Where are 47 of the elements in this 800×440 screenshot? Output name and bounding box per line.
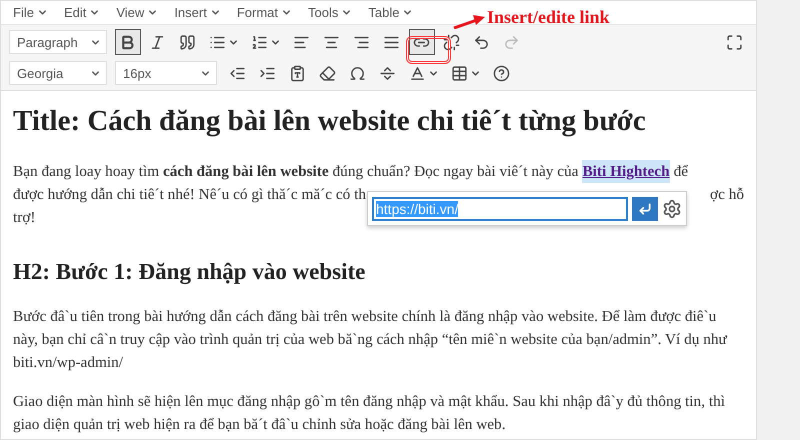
- paragraph-line: trợ!: [13, 208, 36, 228]
- paragraph-line: Bước đâ`u tiên trong bài hướng dẫn cách đăng bài trên website chính là đăng nhập vào website. Để làm được điê`u: [13, 307, 716, 327]
- annotation-label: Insert/edite link: [487, 7, 610, 28]
- settings-button[interactable]: [662, 198, 682, 218]
- highlight-ring: [406, 36, 451, 64]
- enter-icon: [638, 200, 652, 216]
- unlink-icon: [443, 34, 460, 50]
- clear-format-icon: [319, 64, 336, 82]
- paragraph-line: ợc hỗ: [710, 185, 744, 205]
- font-size-select[interactable]: 16px: [115, 61, 217, 85]
- bold-button[interactable]: [115, 29, 141, 55]
- menu-item[interactable]: View: [110, 1, 164, 24]
- apply-button[interactable]: [632, 196, 658, 220]
- paste-text-icon: [289, 64, 306, 82]
- paragraph-line: biti.vn/wp-admin/: [13, 353, 124, 373]
- paragraph-line: này, bạn chỉ câ`n truy cập vào trình quản trị của web bă`ng cách nhập “tên miê`n website của bạn/admin”. Ví dụ như: [13, 330, 727, 350]
- paragraph-line: được hướng dẫn chi tiê´t nhé! Nê´u có gì thă´c mă´c có th: [13, 185, 366, 205]
- font-select[interactable]: Georgia: [9, 61, 107, 85]
- bold-icon: [119, 34, 136, 50]
- paragraph-line: giao diện quản trị web hiện ra để bạn bă´t đâ`u chỉnh sửa hoặc đăng bài lên web.: [13, 415, 506, 435]
- italic-icon: [149, 34, 166, 50]
- fullscreen-icon: [726, 34, 743, 50]
- horizontal-line-icon: [379, 64, 396, 82]
- post-title: Title: Cách đăng bài lên website chi tiê´t từng bước: [13, 105, 647, 138]
- annotation-arrow: [453, 14, 485, 29]
- special-character-icon: [349, 64, 366, 82]
- menu-item[interactable]: Table: [362, 1, 420, 24]
- paragraph-line: Giao diện màn hình sẽ hiện lên mục đăng nhập gô`m tên đăng nhập và mật khẩu. Sau khi nhập đâ`y đủ thông tin, thì: [13, 392, 726, 412]
- text-color-icon: [409, 64, 426, 82]
- help-icon: [493, 64, 510, 82]
- format-select[interactable]: Paragraph: [9, 30, 107, 54]
- settings-icon: [662, 198, 682, 218]
- blockquote-icon: [179, 34, 196, 50]
- paragraph-line: để: [674, 162, 688, 182]
- menu-item[interactable]: Insert: [168, 1, 227, 24]
- redo-icon: [503, 34, 520, 50]
- numbered-list-icon: [251, 34, 268, 50]
- text-link[interactable]: Biti Hightech: [582, 160, 670, 183]
- menu-item[interactable]: File: [7, 1, 54, 24]
- undo-icon: [473, 34, 490, 50]
- link-button[interactable]: [409, 29, 435, 55]
- paragraph-line: Bạn đang loay hoay tìm cách đăng bài lên website đúng chuẩn? Đọc ngay bài viê´t này của: [13, 162, 578, 182]
- section-heading: H2: Bước 1: Đăng nhập vào website: [13, 259, 366, 285]
- menu-item[interactable]: Tools: [302, 1, 358, 24]
- menu-item[interactable]: Edit: [58, 1, 106, 24]
- menu-item[interactable]: Format: [230, 1, 298, 24]
- table-icon: [451, 64, 468, 82]
